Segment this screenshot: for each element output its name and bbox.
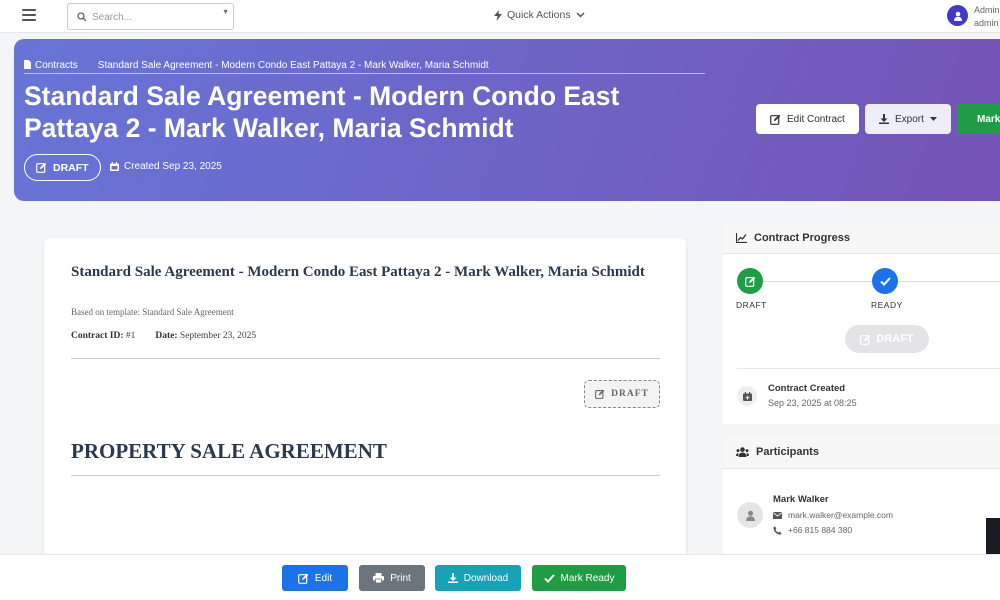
contract-progress-header: Contract Progress (723, 222, 1000, 254)
mark-ready-label: Mark Ready (977, 113, 1000, 125)
mark-ready-bottom-label: Mark Ready (560, 572, 615, 584)
edit-button[interactable]: Edit (282, 565, 348, 591)
edit-icon (36, 162, 47, 173)
top-bar: ▼ Quick Actions Admin admin (0, 0, 1000, 33)
check-icon (543, 573, 555, 583)
participant-name: Mark Walker (773, 494, 829, 505)
created-date: Created Sep 23, 2025 (110, 161, 222, 172)
check-icon (879, 276, 891, 286)
contract-date-value: September 23, 2025 (179, 331, 257, 341)
print-button[interactable]: Print (359, 565, 425, 591)
user-name: Admin (974, 5, 1000, 15)
contract-progress-title: Contract Progress (754, 231, 850, 244)
divider (737, 368, 1000, 369)
edit-contract-button[interactable]: Edit Contract (756, 104, 859, 134)
step-draft-done (737, 268, 763, 294)
edit-icon (770, 114, 781, 125)
participants-title: Participants (756, 446, 819, 458)
contract-document: Standard Sale Agreement - Modern Condo E… (44, 238, 686, 578)
draft-stamp: DRAFT (584, 380, 660, 408)
mark-ready-bottom-button[interactable]: Mark Ready (532, 565, 626, 591)
edit-icon (860, 334, 871, 345)
participant-phone[interactable]: +66 815 884 380 (773, 525, 852, 535)
export-label: Export (895, 113, 924, 125)
search-box[interactable]: ▼ (67, 3, 234, 30)
calendar-plus-icon (742, 391, 752, 401)
users-icon (736, 447, 749, 457)
step-ready-current (872, 268, 898, 294)
edit-button-label: Edit (314, 572, 333, 584)
contract-id: Contract ID: #1 (71, 331, 135, 341)
user-menu[interactable]: Admin admin (974, 4, 1000, 30)
caret-down-icon (929, 117, 937, 121)
chevron-down-icon (576, 12, 585, 18)
search-icon (77, 12, 87, 22)
current-status-label: DRAFT (876, 333, 914, 345)
edit-contract-label: Edit Contract (787, 113, 845, 125)
status-badge[interactable]: DRAFT (24, 154, 101, 181)
mark-ready-button[interactable]: Mark Ready (957, 104, 1000, 134)
breadcrumb: Contracts Standard Sale Agreement - Mode… (24, 60, 705, 74)
phone-icon (773, 525, 782, 535)
user-icon (745, 510, 755, 521)
print-button-label: Print (390, 572, 411, 584)
menu-toggle-icon[interactable] (22, 9, 36, 21)
file-icon (24, 60, 31, 69)
edit-icon (297, 573, 309, 584)
quick-actions-dropdown[interactable]: Quick Actions (494, 9, 585, 21)
export-dropdown-button[interactable]: Export (865, 104, 951, 134)
user-role: admin (974, 18, 999, 28)
step-draft-label: DRAFT (736, 300, 767, 310)
user-icon (953, 11, 962, 21)
chart-line-icon (736, 232, 747, 243)
download-button-label: Download (463, 572, 509, 584)
contract-date-label: Date: (155, 331, 178, 341)
contract-header: Contracts Standard Sale Agreement - Mode… (14, 39, 1000, 201)
step-ready-label: READY (871, 300, 903, 310)
edit-icon (744, 276, 755, 287)
bolt-icon (494, 9, 502, 21)
draft-stamp-label: DRAFT (611, 389, 649, 399)
print-icon (373, 573, 385, 583)
current-status-button: DRAFT (845, 325, 929, 353)
download-icon (879, 114, 889, 124)
divider (71, 358, 660, 359)
download-button[interactable]: Download (435, 565, 521, 591)
quick-actions-label: Quick Actions (507, 9, 571, 21)
envelope-icon (773, 511, 782, 519)
timeline-event-icon (737, 386, 757, 406)
document-heading: PROPERTY SALE AGREEMENT (71, 439, 387, 463)
template-note: Based on template: Standard Sale Agreeme… (71, 307, 234, 317)
chevron-down-icon[interactable]: ▼ (222, 9, 229, 16)
search-input[interactable] (92, 8, 220, 26)
participant-email[interactable]: mark.walker@example.com (773, 510, 893, 520)
participant-email-text: mark.walker@example.com (788, 510, 893, 520)
download-icon (447, 573, 458, 583)
edit-icon (595, 389, 605, 399)
timeline-event-date: Sep 23, 2025 at 08:25 (768, 398, 857, 408)
breadcrumb-contracts-link[interactable]: Contracts (35, 60, 78, 71)
calendar-icon (110, 162, 119, 171)
participant-phone-text: +66 815 884 380 (788, 525, 853, 535)
bottom-action-bar: Edit Print Download Mark Ready (0, 554, 1000, 600)
breadcrumb-current: Standard Sale Agreement - Modern Condo E… (97, 60, 489, 71)
contract-date: Date: September 23, 2025 (155, 331, 256, 341)
created-date-label: Created Sep 23, 2025 (124, 161, 222, 172)
document-meta: Contract ID: #1 Date: September 23, 2025 (71, 331, 256, 341)
status-badge-label: DRAFT (53, 161, 89, 174)
page-title: Standard Sale Agreement - Modern Condo E… (24, 81, 620, 143)
contract-id-value: #1 (125, 331, 136, 341)
document-title: Standard Sale Agreement - Modern Condo E… (71, 264, 645, 280)
timeline-event-title: Contract Created (768, 383, 846, 394)
contract-id-label: Contract ID: (71, 331, 124, 341)
divider (71, 475, 660, 476)
user-avatar[interactable] (947, 5, 968, 26)
participants-header: Participants (723, 436, 1000, 469)
participant-avatar (737, 502, 763, 528)
